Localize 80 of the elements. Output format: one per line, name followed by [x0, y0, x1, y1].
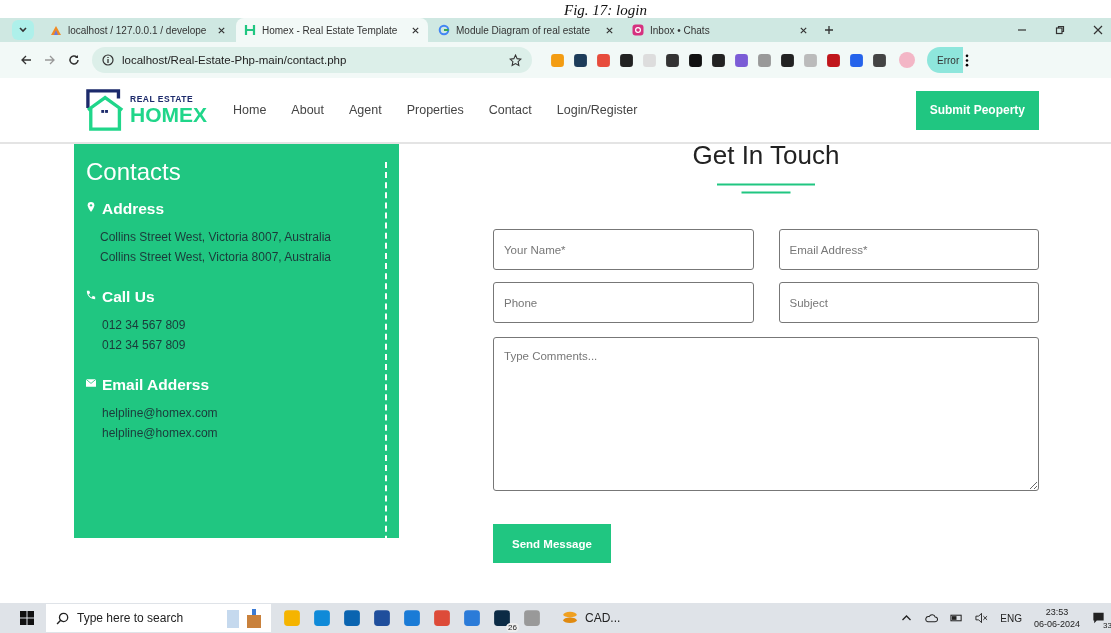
address-bar[interactable]: localhost/Real-Estate-Php-main/contact.php	[92, 47, 532, 73]
contact-detail: helpline@homex.com	[102, 406, 219, 420]
app-icon[interactable]	[493, 609, 511, 627]
extension-icon[interactable]	[573, 52, 588, 68]
nav-link[interactable]: Contact	[488, 103, 532, 117]
camera-icon	[632, 24, 644, 36]
nav-link[interactable]: Home	[233, 103, 267, 117]
google-icon	[438, 24, 450, 36]
browser-tab[interactable]: Homex - Real Estate Template	[236, 18, 428, 42]
contact-detail: 012 34 567 809	[102, 318, 187, 332]
app-icon[interactable]	[373, 609, 391, 627]
figure-caption: Fig. 17: login	[564, 2, 647, 18]
cloud-icon[interactable]	[925, 612, 939, 624]
search-icon	[56, 611, 69, 625]
extension-icon[interactable]	[665, 52, 680, 68]
close-icon[interactable]	[217, 25, 226, 35]
notification-count: 33	[1103, 621, 1111, 630]
nav-link[interactable]: Properties	[406, 103, 464, 117]
battery-icon[interactable]	[950, 612, 964, 624]
star-icon[interactable]	[509, 53, 522, 67]
windows-start-icon[interactable]	[20, 611, 34, 625]
extension-icon[interactable]	[872, 52, 887, 68]
profile-button[interactable]: Error	[927, 47, 964, 73]
panel-title: Contacts	[86, 158, 182, 186]
location-pin-icon	[86, 202, 96, 212]
close-icon[interactable]	[605, 25, 614, 35]
browser-tab[interactable]: Module Diagram of real estate	[430, 18, 622, 42]
taskbar-search-field[interactable]: Type here to search	[46, 604, 271, 632]
close-icon[interactable]	[1093, 25, 1103, 35]
letter-h-icon	[244, 24, 256, 36]
comment-field[interactable]: Type Comments...	[493, 337, 1039, 491]
tab-title: Homex - Real Estate Template	[262, 24, 399, 36]
extension-icon[interactable]	[688, 52, 703, 68]
extension-icon[interactable]	[711, 52, 726, 68]
caret-icon	[18, 25, 28, 35]
section-heading: Email Adderss	[102, 376, 210, 394]
close-icon[interactable]	[799, 25, 808, 35]
contact-detail: Collins Street West, Victoria 8007, Australia	[100, 250, 332, 264]
tab-title: localhost / 127.0.0.1 / develope	[68, 24, 208, 36]
restore-icon[interactable]	[1055, 25, 1065, 35]
envelope-icon	[86, 378, 96, 388]
logo-name: HOMEX	[130, 104, 207, 126]
close-icon[interactable]	[411, 25, 420, 35]
input-field[interactable]: Subject	[778, 282, 1039, 323]
url-text: localhost/Real-Estate-Php-main/contact.php	[122, 54, 347, 66]
extension-icon[interactable]	[619, 52, 634, 68]
input-field[interactable]: Phone	[493, 282, 754, 323]
nav-link[interactable]: About	[291, 103, 325, 117]
section-heading: Call Us	[102, 288, 155, 306]
new-tab-icon[interactable]	[824, 25, 834, 35]
language-indicator[interactable]: ENG	[1000, 612, 1022, 624]
nav-link[interactable]: Agent	[349, 103, 382, 117]
browser-tab[interactable]: localhost / 127.0.0.1 / develope	[42, 18, 234, 42]
phone-icon	[86, 290, 96, 300]
contact-detail: helpline@homex.com	[102, 426, 219, 440]
contact-detail: Collins Street West, Victoria 8007, Australia	[100, 230, 332, 244]
tab-search-button[interactable]	[12, 20, 34, 40]
search-placeholder: Type here to search	[77, 611, 184, 625]
clock[interactable]: 23:53 06-06-2024	[1033, 606, 1080, 630]
reload-icon[interactable]	[68, 54, 80, 66]
browser-tab[interactable]: Inbox • Chats	[624, 18, 816, 42]
section-heading: Address	[102, 200, 165, 218]
nav-link[interactable]: Login/Register	[556, 103, 638, 117]
tab-title: Inbox • Chats	[650, 24, 711, 36]
tab-title: Module Diagram of real estate	[456, 24, 591, 36]
info-icon	[102, 54, 114, 66]
menu-icon[interactable]	[965, 53, 970, 67]
back-icon[interactable]	[20, 54, 32, 66]
input-field[interactable]: Email Address*	[778, 229, 1039, 270]
forward-icon[interactable]	[44, 54, 56, 66]
sail-icon	[50, 24, 62, 36]
taskbar-app-button[interactable]: CAD...	[561, 609, 621, 627]
input-field[interactable]: Your Name*	[493, 229, 754, 270]
logo-tagline: REAL ESTATE	[130, 94, 195, 104]
notification-icon[interactable]	[1092, 612, 1105, 624]
contact-detail: 012 34 567 809	[102, 338, 187, 352]
mute-icon[interactable]	[975, 612, 989, 624]
notification-badge: 26	[506, 623, 519, 632]
page-heading: Get In Touch	[692, 140, 840, 171]
extension-icon[interactable]	[780, 52, 795, 68]
